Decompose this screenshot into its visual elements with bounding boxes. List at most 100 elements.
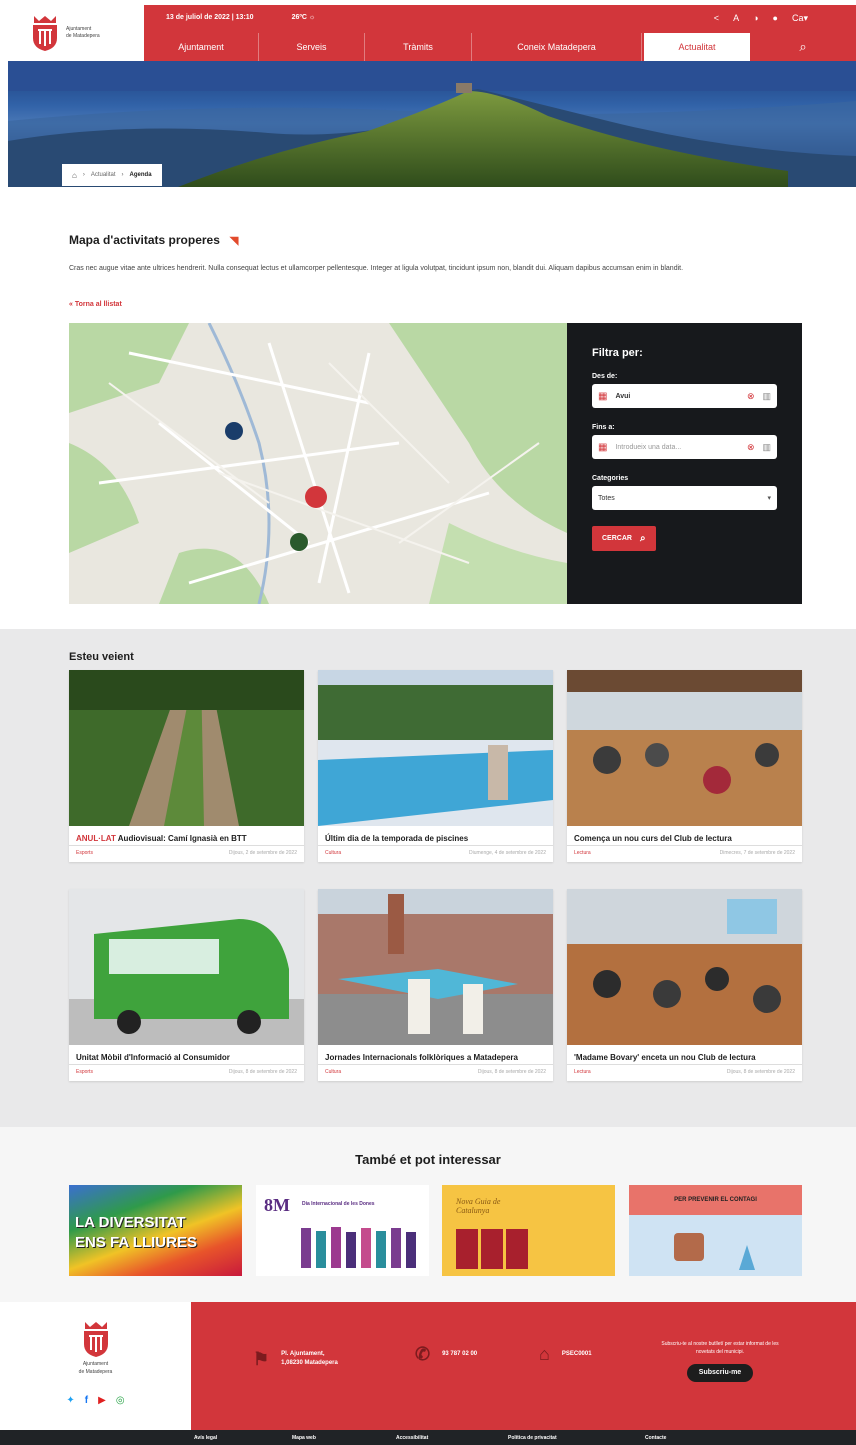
promo-banner-8m[interactable]: 8M Dia Internacional de les Dones xyxy=(256,1185,429,1276)
promo-line-1: LA DIVERSITAT xyxy=(75,1214,186,1231)
map-marker[interactable] xyxy=(225,422,243,440)
event-card[interactable]: ANUL·LAT Audiovisual: Camí Ignasià en BT… xyxy=(69,670,304,862)
facebook-icon[interactable]: f xyxy=(85,1395,88,1406)
search-icon[interactable]: ⌕ xyxy=(750,33,856,61)
event-image xyxy=(318,670,553,826)
promo-line-2: ENS FA LLIURES xyxy=(75,1234,197,1251)
current-date: 13 de juliol de 2022 | 13:10 xyxy=(166,14,254,21)
social-links: ✦ f ▶ ◎ xyxy=(0,1395,191,1406)
weather-temp: 26ºC xyxy=(291,14,307,21)
promo-banner-diversity[interactable]: LA DIVERSITAT ENS FA LLIURES xyxy=(69,1185,242,1276)
event-category[interactable]: Cultura xyxy=(325,850,341,856)
accessibility-link[interactable]: Accessibilitat xyxy=(396,1435,428,1441)
activities-map[interactable] xyxy=(69,323,567,604)
nav-tramits[interactable]: Tràmits xyxy=(365,33,472,61)
footer-logo[interactable]: Ajuntament de Matadepera ✦ f ▶ ◎ xyxy=(0,1302,191,1430)
language-label: Ca xyxy=(791,13,804,23)
event-meta: Cultura Diumenge, 4 de setembre de 2022 xyxy=(318,846,553,862)
youtube-icon[interactable]: ▶ xyxy=(98,1395,106,1406)
breadcrumb-actualitat[interactable]: Actualitat xyxy=(91,172,116,178)
nav-coneix-matadepera[interactable]: Coneix Matadepera xyxy=(472,33,642,61)
main-nav: Ajuntament Serveis Tràmits Coneix Matade… xyxy=(144,33,856,61)
promo-guide-text: Nova Guia de Catalunya xyxy=(456,1197,501,1215)
clear-icon[interactable]: ⊗ xyxy=(747,391,755,402)
to-date-field[interactable]: ▦ Introdueix una data... ⊗ ▥ xyxy=(592,435,777,459)
sitemap-link[interactable]: Mapa web xyxy=(292,1435,316,1441)
top-tools: < A ◑ ● Ca▾ xyxy=(714,13,808,24)
event-meta: Lectura Dimecres, 7 de setembre de 2022 xyxy=(567,846,802,862)
event-card[interactable]: Últim dia de la temporada de piscines Cu… xyxy=(318,670,553,862)
chevron-down-icon: ▾ xyxy=(767,495,771,502)
promo-contagion-text: PER PREVENIR EL CONTAGI xyxy=(629,1185,802,1215)
women-illustration xyxy=(301,1227,416,1268)
contact-link[interactable]: Contacte xyxy=(645,1435,666,1441)
footer-logo-line-1: Ajuntament xyxy=(82,1361,109,1367)
back-to-list-link[interactable]: « Torna al llistat xyxy=(69,301,122,308)
contrast-icon[interactable]: ◑ xyxy=(753,13,758,24)
twitter-icon[interactable]: ✦ xyxy=(66,1395,74,1406)
footer-logo-text: Ajuntament de Matadepera xyxy=(0,1360,191,1376)
whatsapp-icon[interactable]: ◎ xyxy=(116,1395,125,1406)
map-canvas[interactable] xyxy=(69,323,567,604)
home-icon[interactable]: ⌂ xyxy=(72,171,77,180)
user-icon[interactable]: ● xyxy=(773,13,778,24)
event-card[interactable]: Unitat Mòbil d'Informació al Consumidor … xyxy=(69,889,304,1081)
promo-banner-contagion[interactable]: PER PREVENIR EL CONTAGI xyxy=(629,1185,802,1276)
nav-ajuntament[interactable]: Ajuntament xyxy=(144,33,259,61)
subscribe-button[interactable]: Subscriu-me xyxy=(686,1364,754,1382)
categories-select[interactable]: Totes ▾ xyxy=(592,486,777,510)
map-marker-cluster[interactable] xyxy=(305,486,327,508)
event-title: Comença un nou curs del Club de lectura xyxy=(567,826,802,846)
cancelled-tag: ANUL·LAT xyxy=(76,834,116,843)
map-marker[interactable] xyxy=(290,533,308,551)
event-card[interactable]: Comença un nou curs del Club de lectura … xyxy=(567,670,802,862)
filter-panel: Filtra per: Des de: ▦ Avui ⊗ ▥ Fins a: ▦… xyxy=(567,323,802,604)
clear-icon[interactable]: ⊗ xyxy=(747,442,755,453)
event-category[interactable]: Esports xyxy=(76,850,93,856)
event-card[interactable]: 'Madame Bovary' enceta un nou Club de le… xyxy=(567,889,802,1081)
nav-serveis[interactable]: Serveis xyxy=(259,33,365,61)
related-section: També et pot interessar LA DIVERSITAT EN… xyxy=(0,1127,856,1302)
building-icon: ⌂ xyxy=(539,1344,550,1364)
footer-register[interactable]: ⌂ PSEC0001 xyxy=(539,1344,592,1364)
footer-address: ⚑ Pl. Ajuntament, 1,08230 Matadepera xyxy=(253,1350,338,1368)
event-date: Dijous, 8 de setembre de 2022 xyxy=(228,1069,297,1075)
event-category[interactable]: Lectura xyxy=(574,850,591,856)
event-card[interactable]: Jornades Internacionals folklòriques a M… xyxy=(318,889,553,1081)
event-category[interactable]: Lectura xyxy=(574,1069,591,1075)
event-meta: Esports Dijous, 8 de setembre de 2022 xyxy=(69,1065,304,1081)
from-date-field[interactable]: ▦ Avui ⊗ ▥ xyxy=(592,384,777,408)
text-size-icon[interactable]: A xyxy=(733,13,739,24)
search-button[interactable]: CERCAR ⌕ xyxy=(592,526,656,551)
event-date: Dijous, 8 de setembre de 2022 xyxy=(726,1069,795,1075)
site-logo[interactable]: Ajuntament de Matadepera xyxy=(8,5,144,61)
promo-banner-guide[interactable]: Nova Guia de Catalunya xyxy=(442,1185,615,1276)
trash-icon[interactable]: ▥ xyxy=(762,442,771,453)
page-title: Mapa d'activitats properes xyxy=(69,233,220,247)
trash-icon[interactable]: ▥ xyxy=(762,391,771,402)
event-category[interactable]: Esports xyxy=(76,1069,93,1075)
privacy-link[interactable]: Política de privacitat xyxy=(508,1435,557,1441)
logo-line-2: de Matadepera xyxy=(66,33,100,39)
event-title: Unitat Mòbil d'Informació al Consumidor xyxy=(69,1045,304,1065)
section-title: També et pot interessar xyxy=(355,1152,501,1167)
rss-icon[interactable]: ◥ xyxy=(230,234,238,247)
promo-text: LA DIVERSITAT ENS FA LLIURES xyxy=(75,1213,197,1253)
language-select[interactable]: Ca▾ xyxy=(792,13,808,24)
nav-actualitat[interactable]: Actualitat xyxy=(644,33,750,61)
search-button-label: CERCAR xyxy=(602,535,632,542)
legal-link[interactable]: Avís legal xyxy=(194,1435,217,1441)
to-date-placeholder: Introdueix una data... xyxy=(615,443,682,451)
address-line-1: Pl. Ajuntament, xyxy=(281,1351,325,1357)
footer-phone[interactable]: ✆ 93 787 02 00 xyxy=(415,1345,477,1363)
event-date: Dijous, 2 de setembre de 2022 xyxy=(228,850,297,856)
calendar-icon: ▦ xyxy=(598,441,608,453)
event-category[interactable]: Cultura xyxy=(325,1069,341,1075)
promo-8m-text: Dia Internacional de les Dones xyxy=(302,1201,375,1207)
share-icon[interactable]: < xyxy=(714,13,719,24)
breadcrumb: ⌂ › Actualitat › Agenda xyxy=(62,164,162,186)
event-image xyxy=(567,889,802,1045)
address-line-2: 1,08230 Matadepera xyxy=(281,1360,338,1366)
search-icon: ⌕ xyxy=(639,533,646,544)
event-title: 'Madame Bovary' enceta un nou Club de le… xyxy=(567,1045,802,1065)
